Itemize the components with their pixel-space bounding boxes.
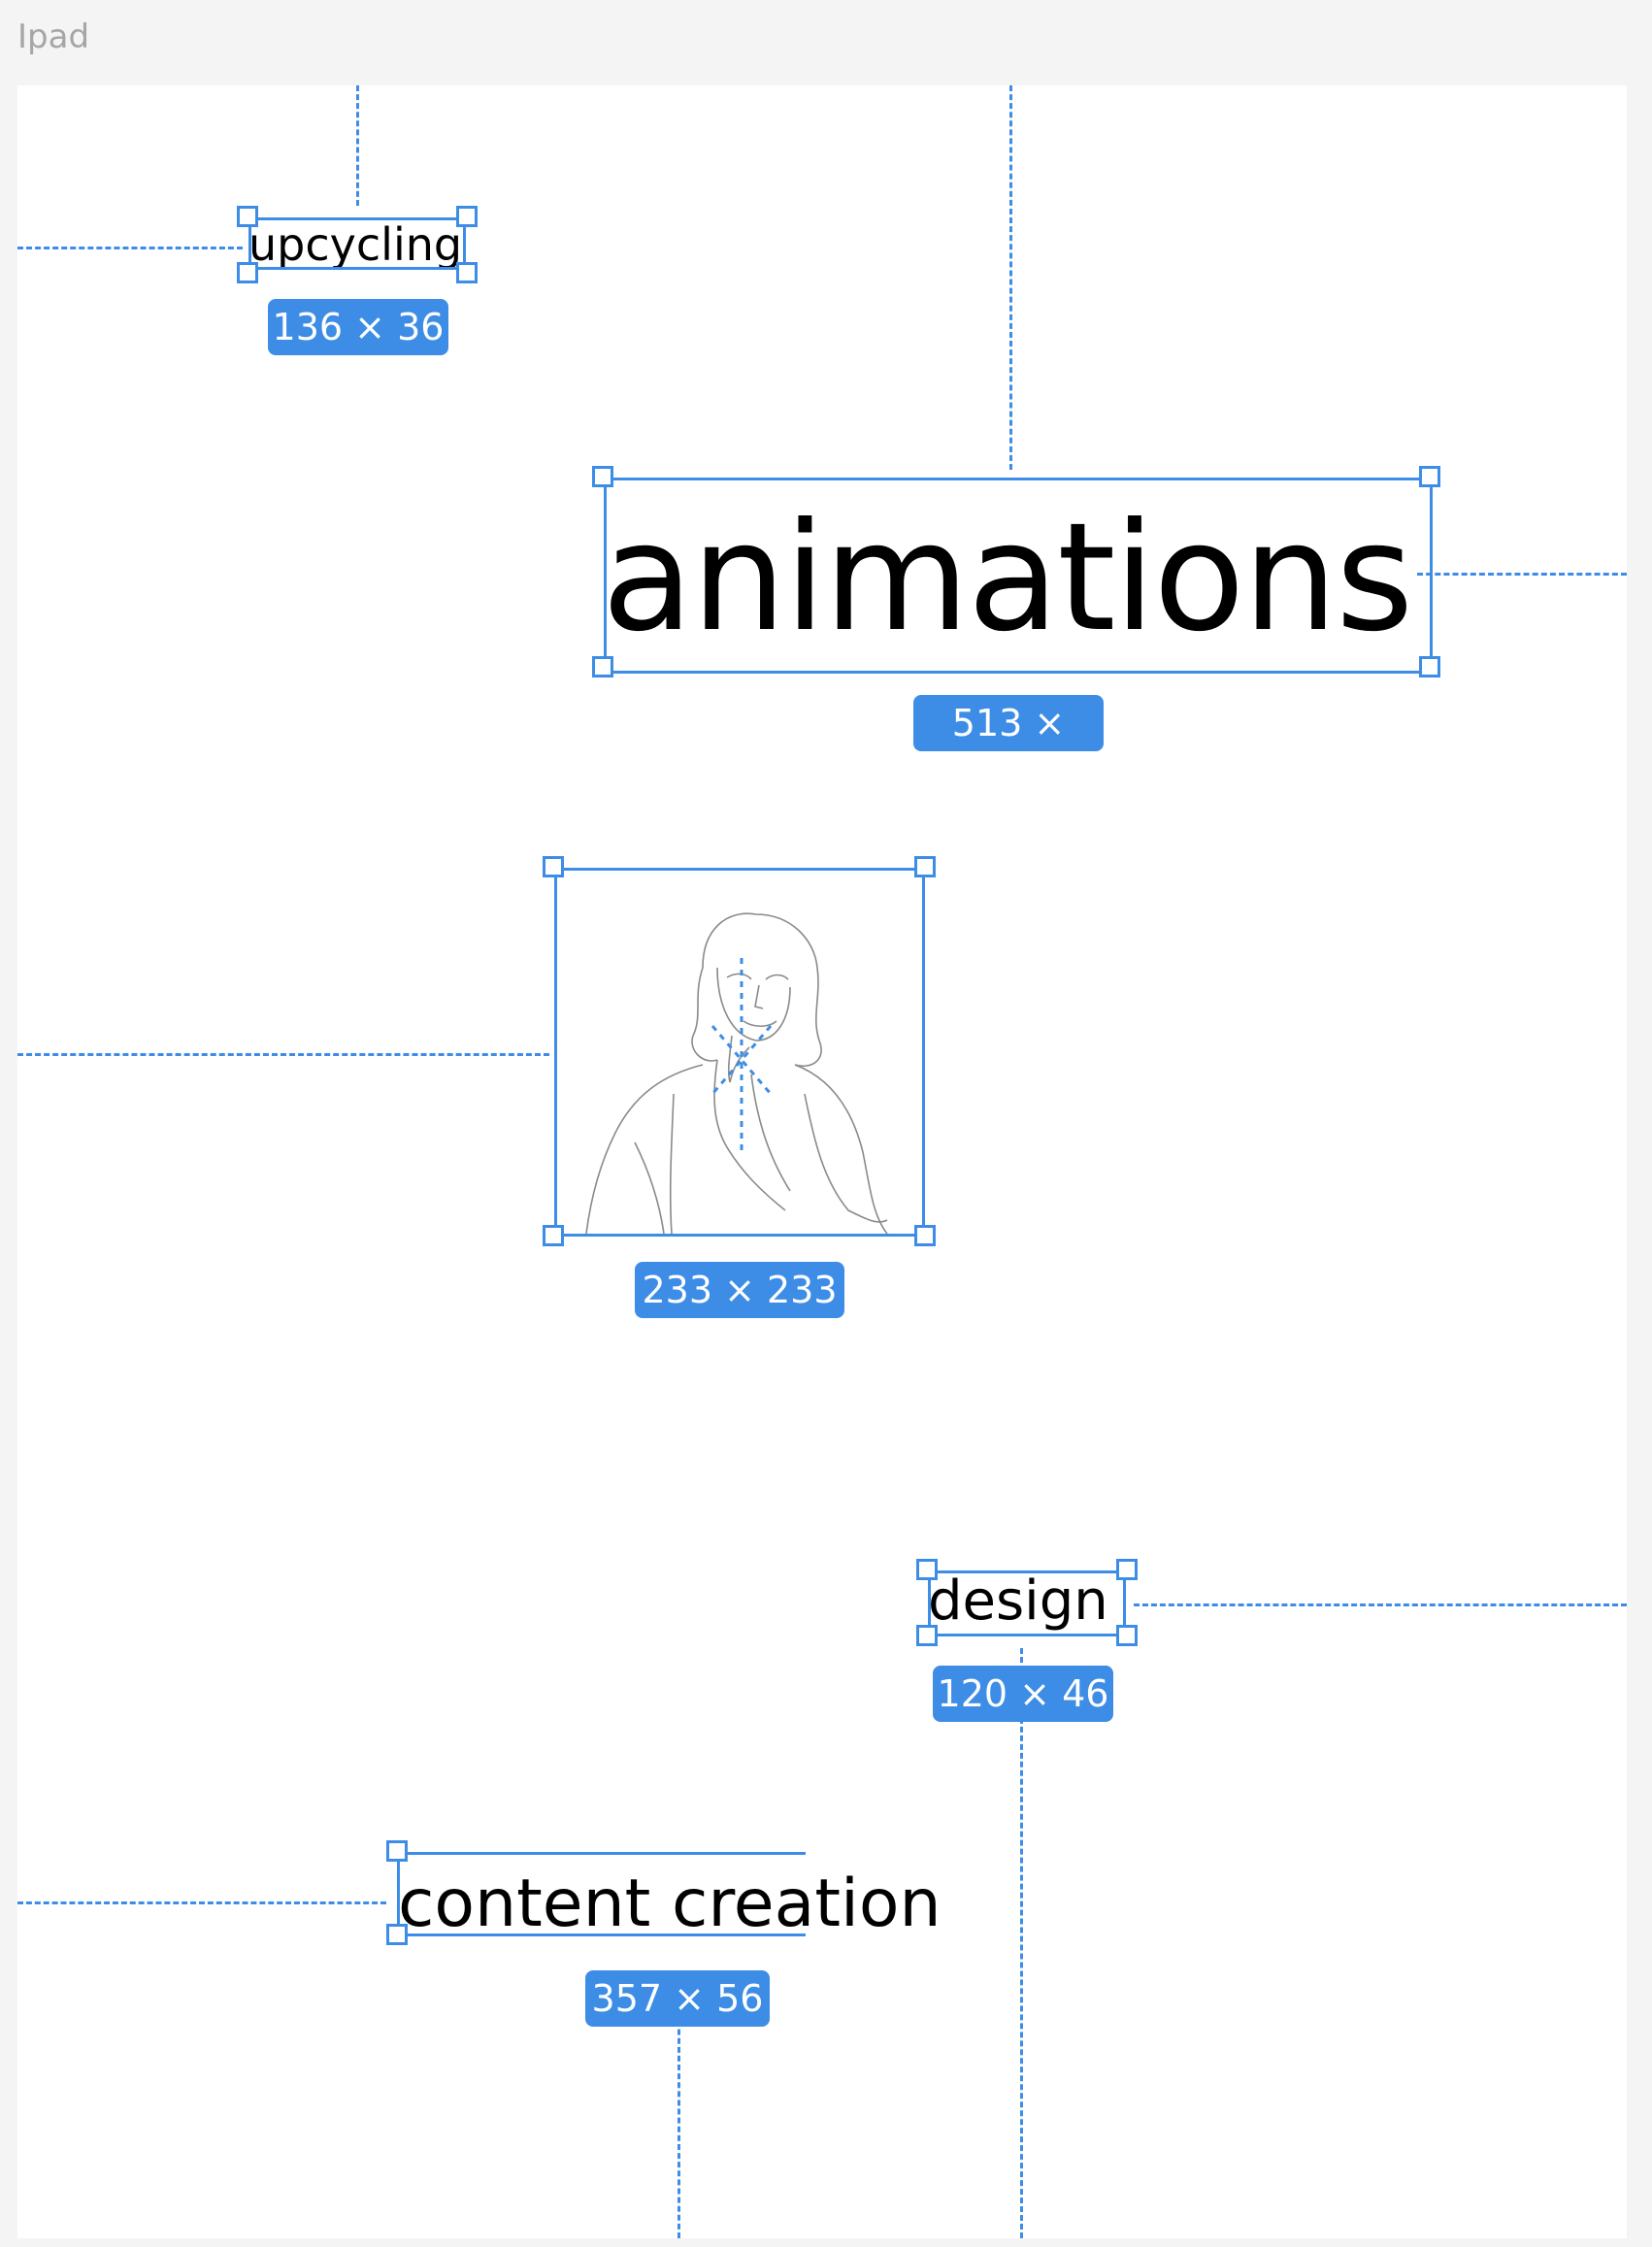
spacing-guide bbox=[1020, 1648, 1023, 2238]
resize-handle[interactable] bbox=[1116, 1559, 1138, 1580]
size-badge: 513 × 121 bbox=[913, 695, 1104, 801]
resize-handle[interactable] bbox=[914, 856, 936, 877]
spacing-guide bbox=[356, 85, 359, 206]
resize-handle[interactable] bbox=[543, 1225, 564, 1246]
resize-handle[interactable] bbox=[237, 206, 258, 227]
design-selection[interactable] bbox=[928, 1570, 1126, 1636]
spacing-guide bbox=[1134, 1603, 1627, 1606]
content-creation-text[interactable]: content creation bbox=[398, 1867, 942, 1941]
woman-line-drawing-icon bbox=[585, 912, 888, 1235]
resize-handle[interactable] bbox=[386, 1924, 408, 1945]
spacing-guide bbox=[17, 247, 243, 249]
selection-edge bbox=[398, 1933, 806, 1936]
resize-handle[interactable] bbox=[386, 1840, 408, 1862]
ipad-frame[interactable]: upcycling 136 × 36 animations 513 × 121 bbox=[17, 85, 1627, 2238]
resize-handle[interactable] bbox=[592, 466, 613, 487]
size-badge: 120 × 46 bbox=[933, 1666, 1113, 1722]
spacing-guide bbox=[17, 1053, 549, 1056]
size-badge: 357 × 56 bbox=[585, 1970, 770, 2027]
spacing-guide bbox=[17, 1901, 386, 1904]
selection-edge bbox=[398, 1852, 806, 1855]
resize-handle[interactable] bbox=[916, 1625, 938, 1646]
size-badge: 136 × 36 bbox=[268, 299, 448, 355]
size-badge: 233 × 233 bbox=[635, 1262, 844, 1318]
resize-handle[interactable] bbox=[1116, 1625, 1138, 1646]
frame-label[interactable]: Ipad bbox=[17, 17, 89, 56]
resize-handle[interactable] bbox=[1419, 466, 1440, 487]
animations-selection[interactable] bbox=[604, 478, 1433, 674]
resize-handle[interactable] bbox=[1419, 656, 1440, 677]
resize-handle[interactable] bbox=[543, 856, 564, 877]
portrait-image[interactable] bbox=[554, 868, 925, 1237]
resize-handle[interactable] bbox=[914, 1225, 936, 1246]
resize-handle[interactable] bbox=[916, 1559, 938, 1580]
selection-edge bbox=[397, 1852, 400, 1933]
spacing-guide bbox=[1009, 85, 1012, 470]
resize-handle[interactable] bbox=[237, 262, 258, 283]
resize-handle[interactable] bbox=[456, 262, 478, 283]
resize-handle[interactable] bbox=[456, 206, 478, 227]
upcycling-selection[interactable] bbox=[248, 217, 466, 270]
spacing-guide bbox=[1417, 573, 1627, 576]
resize-handle[interactable] bbox=[592, 656, 613, 677]
